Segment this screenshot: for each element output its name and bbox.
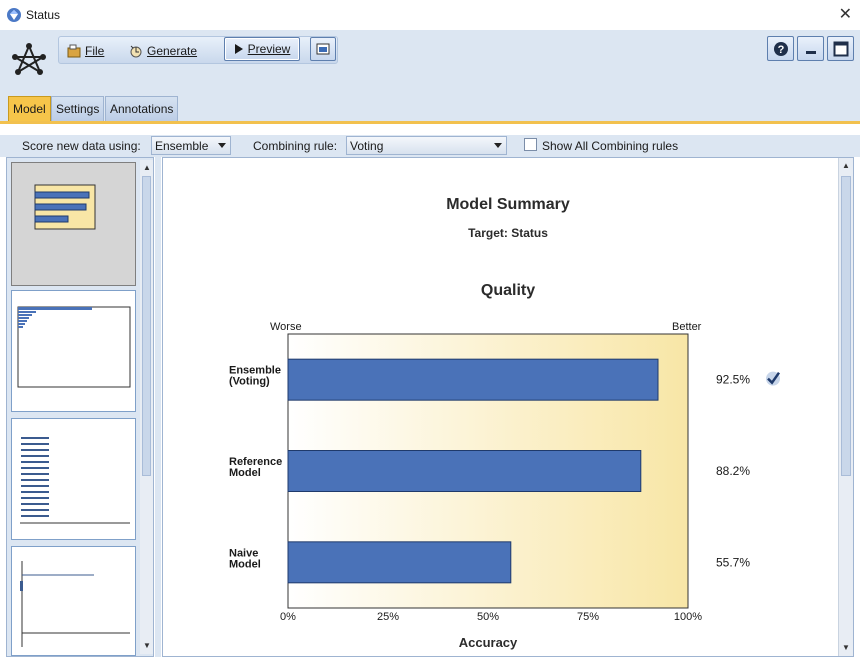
window-controls: ? — [767, 36, 854, 61]
summary-title: Model Summary — [446, 196, 570, 213]
thumbnail-scroll-thumb[interactable] — [142, 176, 151, 476]
score-label: Score new data using: — [22, 139, 141, 153]
play-icon — [234, 44, 243, 54]
bar-summary-thumbnail-icon — [34, 184, 96, 230]
combining-label: Combining rule: — [253, 139, 338, 153]
generate-menu-label: Generate — [147, 44, 198, 58]
show-all-checkbox[interactable] — [524, 138, 537, 151]
category-label-0: Ensemble (Voting) — [229, 365, 281, 388]
category-label-2: Naive Model — [229, 547, 261, 570]
score-select-value: Ensemble — [155, 138, 209, 153]
scroll-down-icon[interactable]: ▼ — [841, 642, 851, 654]
bar-1 — [287, 450, 642, 492]
combining-select[interactable]: Voting — [346, 136, 507, 155]
svg-text:?: ? — [777, 44, 784, 56]
scroll-down-icon[interactable]: ▼ — [142, 640, 152, 652]
thumbnail-panel: ▲ ▼ — [6, 157, 154, 657]
help-icon: ? — [773, 41, 788, 56]
tab-bar: Model Settings Annotations — [0, 92, 860, 124]
generate-icon — [130, 45, 142, 58]
file-icon — [67, 44, 81, 58]
minimize-button[interactable] — [797, 36, 824, 61]
tab-settings[interactable]: Settings — [51, 96, 105, 121]
value-label-2: 55.7% — [716, 555, 750, 569]
x-axis-title: Accuracy — [459, 635, 518, 650]
thumbnail-component-accuracy[interactable] — [11, 546, 136, 656]
value-label-0: 92.5% — [716, 373, 750, 387]
score-select[interactable]: Ensemble — [151, 136, 231, 155]
thumbnail-predictor-importance[interactable] — [11, 290, 136, 412]
maximize-button[interactable] — [827, 36, 854, 61]
close-button[interactable]: ✕ — [839, 4, 852, 24]
model-summary-panel: Model Summary Target: Status Quality Wor… — [162, 157, 854, 657]
export-button[interactable] — [310, 37, 336, 61]
thumbnail-predictor-frequency[interactable] — [11, 418, 136, 540]
thumbnail-model-summary[interactable] — [11, 162, 136, 286]
scroll-up-icon[interactable]: ▲ — [142, 162, 152, 174]
file-menu-label: File — [85, 44, 105, 58]
chevron-down-icon — [494, 143, 502, 148]
preview-button[interactable]: Preview — [224, 37, 300, 61]
panel-splitter[interactable] — [155, 157, 161, 657]
x-tick-label-0: 0% — [280, 611, 296, 623]
toolbar: File Generate Preview ? — [0, 30, 860, 92]
x-tick-label-4: 100% — [674, 611, 702, 623]
file-menu[interactable]: File — [67, 42, 104, 60]
help-button[interactable]: ? — [767, 36, 794, 61]
check-mark-icon — [766, 371, 781, 386]
scroll-up-icon[interactable]: ▲ — [841, 160, 851, 172]
tab-annotations[interactable]: Annotations — [105, 96, 179, 121]
scale-better-label: Better — [672, 321, 702, 333]
network-logo-icon — [12, 43, 46, 75]
accuracy-thumbnail-icon — [20, 561, 130, 647]
thumbnail-scrollbar[interactable]: ▲ ▼ — [140, 160, 153, 654]
scale-worse-label: Worse — [270, 321, 302, 333]
bar-2 — [287, 541, 512, 584]
tab-model[interactable]: Model — [8, 96, 51, 121]
minimize-icon — [805, 50, 816, 54]
export-icon — [316, 43, 330, 55]
preview-label: Preview — [247, 42, 291, 56]
value-label-1: 88.2% — [716, 464, 750, 478]
combining-select-value: Voting — [350, 138, 384, 153]
x-tick-label-2: 50% — [477, 611, 499, 623]
quality-chart: Worse Better Ensemble (Voting) 92.5% Referenc… — [229, 321, 781, 650]
x-tick-label-1: 25% — [377, 611, 399, 623]
title-bar: Status ✕ — [0, 0, 860, 30]
frequency-thumbnail-icon — [20, 437, 130, 524]
window-title: Status — [26, 8, 61, 22]
diamond-app-icon — [7, 8, 21, 22]
summary-target: Target: Status — [468, 226, 548, 240]
predictor-thumbnail-icon — [17, 306, 131, 388]
maximize-icon — [833, 41, 848, 56]
generate-menu[interactable]: Generate — [129, 42, 197, 60]
options-bar: Score new data using: Ensemble Combining… — [0, 135, 860, 157]
chevron-down-icon — [218, 143, 226, 148]
show-all-label: Show All Combining rules — [542, 139, 679, 153]
main-scroll-thumb[interactable] — [841, 176, 851, 476]
quality-title: Quality — [480, 282, 536, 299]
main-scrollbar[interactable]: ▲ ▼ — [838, 158, 853, 656]
category-label-1: Reference Model — [229, 456, 282, 479]
x-tick-label-3: 75% — [577, 611, 599, 623]
bar-0 — [287, 358, 659, 401]
